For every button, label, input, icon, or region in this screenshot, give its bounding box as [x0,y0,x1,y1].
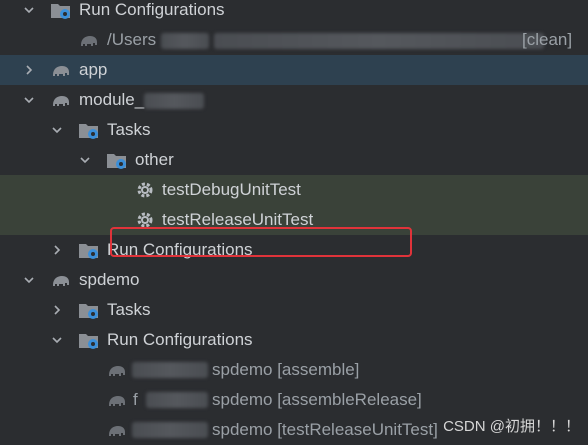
tree-row-label: Run Configurations [107,330,253,349]
chevron-down-icon[interactable] [22,93,36,107]
tree-row-label: spdemo [79,270,140,289]
redacted-text [132,362,208,378]
redacted-text [160,32,209,49]
chevron-down-icon[interactable] [50,123,64,137]
tree-row-label: module_ [79,90,145,109]
tree-row-run-configurations-top[interactable]: Run Configurations [0,0,588,25]
gradle-elephant-icon [50,60,72,80]
chevron-right-icon[interactable] [22,63,36,77]
chevron-down-icon[interactable] [22,273,36,287]
tree-row-label-prefix: /Users [107,30,157,49]
tree-row-spdemo-run-configurations[interactable]: Run Configurations [0,325,588,355]
tree-row-label: spdemo [assembleRelease] [212,390,422,409]
gear-icon [134,180,156,200]
tree-row-label: other [135,150,174,169]
tree-row-label: spdemo [testReleaseUnitTest] [212,420,438,439]
gradle-elephant-icon [50,90,72,110]
tree-row-label: Tasks [107,120,151,139]
chevron-down-icon[interactable] [22,3,36,17]
tasks-folder-icon [78,120,100,140]
tree-row-label-suffix: [clean] [522,30,573,49]
gradle-elephant-icon [50,270,72,290]
gradle-elephant-icon [106,420,128,440]
redacted-text [146,392,208,408]
tree-row-label: Run Configurations [79,0,225,19]
tree-row-other[interactable]: other [0,145,588,175]
tree-row-app[interactable]: app [0,55,588,85]
run-config-folder-icon [78,240,100,260]
tree-row-label: testDebugUnitTest [162,180,301,199]
tree-row-label: app [79,60,108,79]
run-config-folder-icon [50,0,72,20]
redacted-text [132,422,208,438]
tree-row-tasks[interactable]: Tasks [0,115,588,145]
watermark: CSDN @初拥！！！ [443,415,580,436]
tree-row-label-prefix: f [133,390,138,409]
chevron-down-icon[interactable] [50,333,64,347]
tree-row-module[interactable]: module_ [0,85,588,115]
tree-row-test-debug-unit-test[interactable]: testDebugUnitTest [0,175,588,205]
redacted-text [144,92,205,109]
tree-row-spdemo-assemble-release[interactable]: f spdemo [assembleRelease] [0,385,588,415]
tree-row-label: spdemo [assemble] [212,360,360,379]
gradle-elephant-icon [106,360,128,380]
run-config-folder-icon [78,330,100,350]
tree-row-spdemo-assemble[interactable]: spdemo [assemble] [0,355,588,385]
tasks-folder-icon [78,300,100,320]
tree-row-spdemo-tasks[interactable]: Tasks [0,295,588,325]
chevron-down-icon[interactable] [78,153,92,167]
task-group-folder-icon [106,150,128,170]
red-highlight-annotation [110,227,412,257]
gradle-elephant-icon [106,390,128,410]
gradle-elephant-icon [78,30,100,50]
chevron-right-icon[interactable] [50,303,64,317]
tree-row-label: Tasks [107,300,151,319]
tree-row-spdemo[interactable]: spdemo [0,265,588,295]
tree-row-clean-task[interactable]: /Users [clean] [0,25,588,55]
redacted-text [213,32,544,49]
gradle-tool-window-tree: Run Configurations /Users [clean] app mo… [0,0,588,442]
chevron-right-icon[interactable] [50,243,64,257]
